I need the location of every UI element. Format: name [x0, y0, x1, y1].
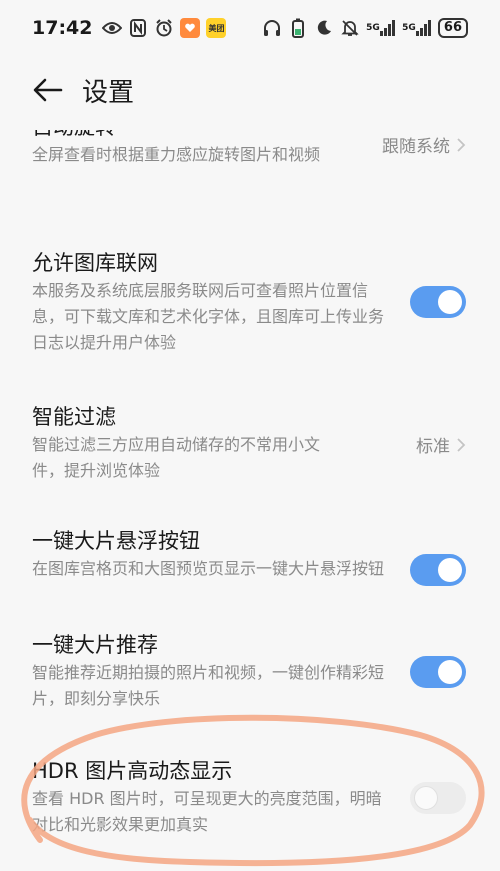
status-right: 5G 5G 66: [262, 18, 468, 38]
setting-desc: 智能推荐近期拍摄的照片和视频，一键创作精彩短片，即刻分享快乐: [32, 663, 385, 708]
status-time: 17:42: [32, 17, 93, 39]
toggle-wrap: [410, 286, 466, 318]
setting-floating-button[interactable]: 一键大片悬浮按钮 在图库宫格页和大图预览页显示一键大片悬浮按钮: [0, 526, 500, 586]
toggle-gallery-network[interactable]: [410, 286, 466, 318]
toggle-wrap: [410, 782, 466, 814]
back-button[interactable]: [28, 70, 68, 110]
battery-saver-icon: [288, 18, 308, 38]
status-left: 17:42 美团: [32, 17, 227, 39]
app-heart-icon: [180, 18, 201, 38]
toggle-knob: [414, 786, 438, 810]
setting-value-wrap[interactable]: 跟随系统: [382, 132, 466, 157]
toggle-knob: [438, 558, 462, 582]
eye-icon: [102, 18, 123, 38]
settings-list[interactable]: 自动旋转 全屏查看时根据重力感应旋转图片和视频 跟随系统 允许图库联网 本服务及…: [0, 130, 500, 871]
chevron-right-icon: [457, 137, 466, 152]
setting-title: 一键大片悬浮按钮: [32, 529, 200, 553]
signal-icon-2: 5G: [402, 18, 432, 38]
setting-value: 跟随系统: [382, 137, 450, 157]
page-title: 设置: [82, 77, 135, 108]
back-arrow-icon: [33, 78, 63, 102]
alarm-icon: [154, 18, 174, 38]
toggle-wrap: [410, 656, 466, 688]
headphones-icon: [262, 18, 282, 38]
setting-title: 一键大片推荐: [32, 633, 158, 657]
signal-icon: 5G: [366, 18, 396, 38]
setting-title: HDR 图片高动态显示: [32, 759, 233, 783]
setting-desc: 全屏查看时根据重力感应旋转图片和视频: [32, 145, 321, 164]
toggle-recommendations[interactable]: [410, 656, 466, 688]
setting-value-wrap[interactable]: 标准: [416, 432, 466, 457]
setting-value: 标准: [416, 437, 450, 457]
toggle-wrap: [410, 554, 466, 586]
setting-smart-filter[interactable]: 智能过滤 智能过滤三方应用自动储存的不常用小文件，提升浏览体验 标准: [0, 402, 500, 484]
setting-auto-rotate[interactable]: 自动旋转 全屏查看时根据重力感应旋转图片和视频 跟随系统: [0, 130, 500, 168]
status-bar: 17:42 美团 5G 5G 66: [0, 0, 500, 56]
toggle-knob: [438, 290, 462, 314]
toggle-hdr-display[interactable]: [410, 782, 466, 814]
setting-desc: 智能过滤三方应用自动储存的不常用小文件，提升浏览体验: [32, 435, 321, 480]
setting-recommendations[interactable]: 一键大片推荐 智能推荐近期拍摄的照片和视频，一键创作精彩短片，即刻分享快乐: [0, 630, 500, 712]
battery-indicator: 66: [437, 18, 468, 38]
setting-title: 允许图库联网: [32, 251, 158, 275]
setting-desc: 在图库宫格页和大图预览页显示一键大片悬浮按钮: [32, 559, 385, 578]
mute-bell-icon: [340, 18, 360, 38]
meituan-app-icon: 美团: [206, 18, 227, 38]
toggle-floating-button[interactable]: [410, 554, 466, 586]
setting-hdr-display[interactable]: HDR 图片高动态显示 查看 HDR 图片时，可呈现更大的亮度范围，明暗对比和光…: [0, 756, 500, 838]
header: 设置: [0, 60, 500, 120]
moon-icon: [314, 18, 334, 38]
chevron-right-icon: [457, 437, 466, 452]
setting-title: 智能过滤: [32, 405, 116, 429]
toggle-knob: [438, 660, 462, 684]
setting-desc: 本服务及系统底层服务联网后可查看照片位置信息，可下载文库和艺术化字体，且图库可上…: [32, 281, 385, 352]
setting-desc: 查看 HDR 图片时，可呈现更大的亮度范围，明暗对比和光影效果更加真实: [32, 789, 382, 834]
nfc-icon: [128, 18, 148, 38]
setting-gallery-network[interactable]: 允许图库联网 本服务及系统底层服务联网后可查看照片位置信息，可下载文库和艺术化字…: [0, 248, 500, 356]
